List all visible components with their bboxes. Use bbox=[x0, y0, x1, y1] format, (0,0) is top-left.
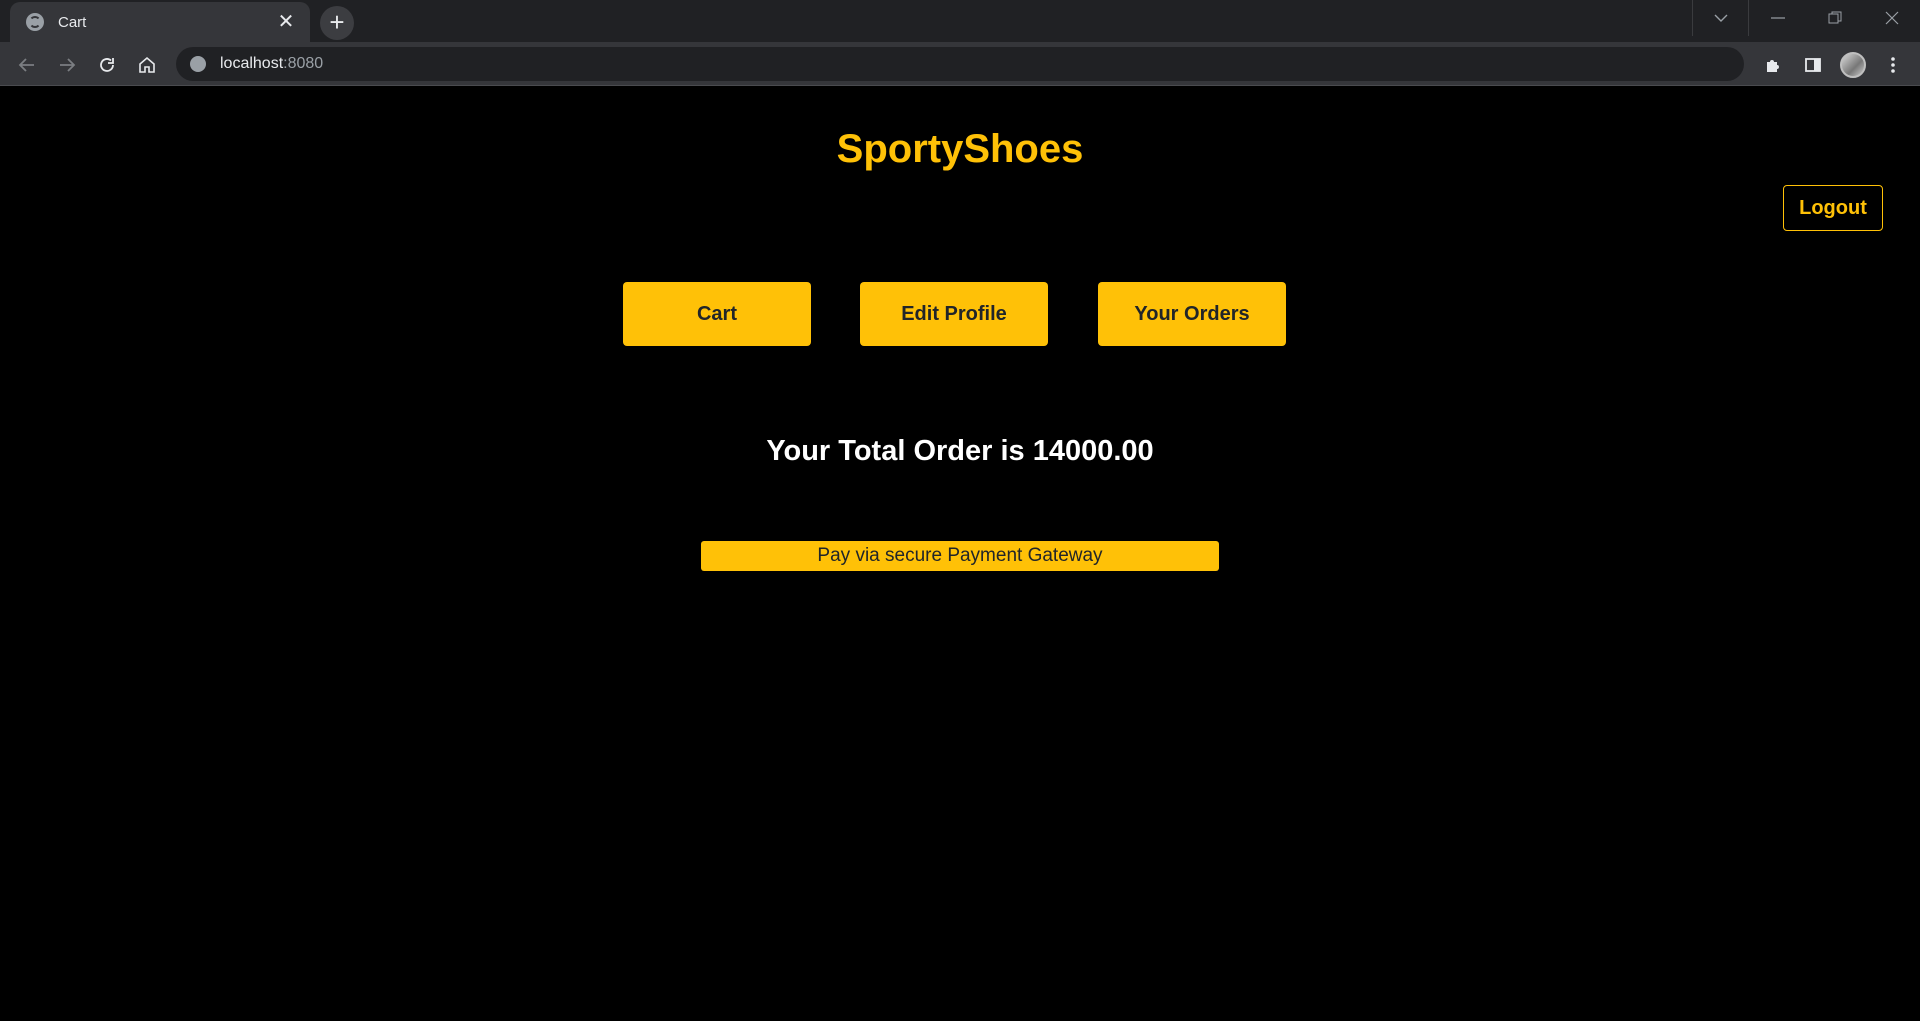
pay-button[interactable]: Pay via secure Payment Gateway bbox=[701, 541, 1219, 571]
address-bar[interactable]: localhost:8080 bbox=[176, 47, 1744, 81]
home-icon[interactable] bbox=[132, 50, 162, 80]
page-content: SportyShoes Logout Cart Edit Profile You… bbox=[0, 87, 1920, 1021]
profile-avatar[interactable] bbox=[1840, 52, 1866, 78]
new-tab-button[interactable]: + bbox=[320, 6, 354, 40]
logout-button[interactable]: Logout bbox=[1783, 185, 1883, 231]
cart-button[interactable]: Cart bbox=[623, 282, 811, 346]
minimize-icon[interactable] bbox=[1749, 0, 1806, 36]
browser-toolbar: localhost:8080 bbox=[0, 42, 1920, 86]
chevron-down-icon[interactable] bbox=[1692, 0, 1749, 36]
edit-profile-button[interactable]: Edit Profile bbox=[860, 282, 1048, 346]
order-total: Your Total Order is 14000.00 bbox=[766, 435, 1154, 467]
forward-arrow-icon[interactable] bbox=[52, 50, 82, 80]
url-port: :8080 bbox=[283, 55, 324, 72]
side-panel-icon[interactable] bbox=[1800, 52, 1826, 78]
browser-tabbar: Cart ✕ + bbox=[0, 0, 1920, 42]
site-brand: SportyShoes bbox=[836, 127, 1084, 171]
more-menu-icon[interactable] bbox=[1880, 52, 1906, 78]
window-controls bbox=[1692, 0, 1920, 36]
restore-icon[interactable] bbox=[1806, 0, 1863, 36]
close-icon[interactable]: ✕ bbox=[276, 12, 296, 32]
window-close-icon[interactable] bbox=[1863, 0, 1920, 36]
extensions-puzzle-icon[interactable] bbox=[1760, 52, 1786, 78]
your-orders-button[interactable]: Your Orders bbox=[1098, 282, 1286, 346]
site-info-icon[interactable] bbox=[190, 56, 206, 72]
url-host: localhost bbox=[220, 55, 284, 72]
globe-icon bbox=[26, 13, 44, 31]
toolbar-actions bbox=[1760, 50, 1906, 80]
main-nav: Cart Edit Profile Your Orders bbox=[0, 282, 1920, 346]
reload-icon[interactable] bbox=[92, 50, 122, 80]
tab-title: Cart bbox=[58, 13, 87, 31]
browser-tab[interactable]: Cart ✕ bbox=[10, 2, 310, 42]
back-arrow-icon[interactable] bbox=[12, 50, 42, 80]
